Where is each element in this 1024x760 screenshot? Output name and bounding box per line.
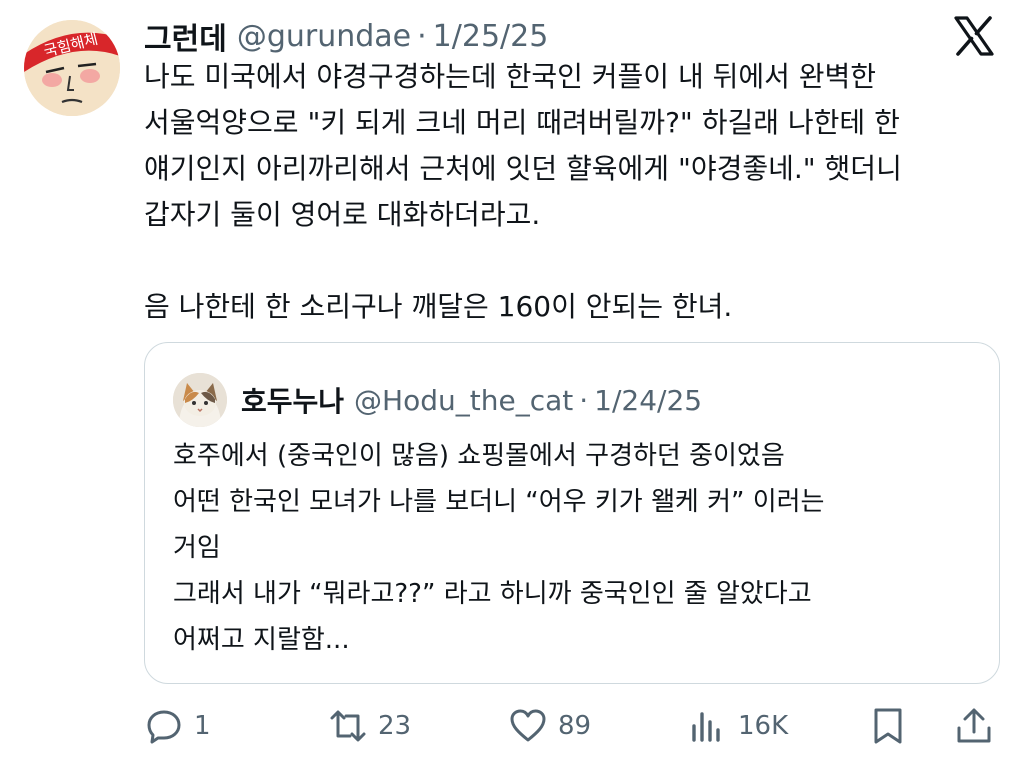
quoted-line: 그래서 내가 “뭐라고??” 라고 하니까 중국인인 줄 알았다고 [173,579,812,609]
author-name[interactable]: 그런데 [144,14,227,58]
quoted-tweet-card[interactable]: 호두누나 @Hodu_the_cat · 1/24/25 호주에서 (중국인이 … [144,342,1000,684]
tweet-date[interactable]: 1/25/25 [433,19,549,54]
views-icon [692,712,720,742]
tweet-line: 갑자기 둘이 영어로 대화하더라고. [144,198,541,231]
bookmark-icon [874,708,902,744]
quoted-tweet-date[interactable]: 1/24/25 [594,384,702,417]
reply-count: 1 [194,711,211,741]
quoted-header-separator: · [579,383,589,417]
share-icon [957,708,991,743]
tweet-line: 얘기인지 아리까리해서 근처에 잇던 햘육에게 "야경좋네." 햇더니 [144,152,902,185]
quoted-tweet-text: 호주에서 (중국인이 많음) 쇼핑몰에서 구경하던 중이었음 어떤 한국인 모녀… [173,433,983,663]
quoted-author-name[interactable]: 호두누나 [241,380,344,420]
x-logo-icon[interactable] [952,14,996,58]
tweet-line: 서울억양으로 "키 되게 크네 머리 때려버릴까?" 하길래 나한테 한 [144,106,900,139]
like-button[interactable]: 89 [508,700,591,752]
quoted-author-avatar[interactable] [173,373,227,427]
quoted-line: 어쩌고 지랄함... [173,625,350,655]
like-count: 89 [558,711,592,741]
header-separator: · [417,18,427,54]
reply-icon [147,710,181,744]
tweet-text: 나도 미국에서 야경구경하는데 한국인 커플이 내 뒤에서 완벽한 서울억양으로… [144,54,1004,330]
retweet-count: 23 [378,711,412,741]
heart-icon [510,709,546,742]
author-handle[interactable]: @gurundae [237,19,411,54]
share-button[interactable] [954,700,994,752]
retweet-icon [330,710,366,742]
quoted-author-handle[interactable]: @Hodu_the_cat [354,384,573,417]
quoted-line: 호주에서 (중국인이 많음) 쇼핑몰에서 구경하던 중이었음 [173,441,785,471]
tweet-header: 그런데 @gurundae · 1/25/25 [144,14,548,58]
tweet-line: 음 나한테 한 소리구나 깨달은 160이 안되는 한녀. [144,290,733,323]
reply-button[interactable]: 1 [144,700,211,752]
author-avatar[interactable]: 국힘해체 [24,20,120,116]
quoted-line: 어떤 한국인 모녀가 나를 보더니 “어우 키가 왤케 커” 이러는 [173,487,825,517]
quoted-tweet-header: 호두누나 @Hodu_the_cat · 1/24/25 [241,379,702,421]
views-button[interactable]: 16K [688,700,788,752]
views-count: 16K [738,711,789,741]
bookmark-button[interactable] [868,700,908,752]
tweet-action-bar: 1 23 89 16K [144,700,1004,752]
tweet-line: 나도 미국에서 야경구경하는데 한국인 커플이 내 뒤에서 완벽한 [144,60,877,93]
quoted-line: 거임 [173,533,221,563]
retweet-button[interactable]: 23 [328,700,411,752]
